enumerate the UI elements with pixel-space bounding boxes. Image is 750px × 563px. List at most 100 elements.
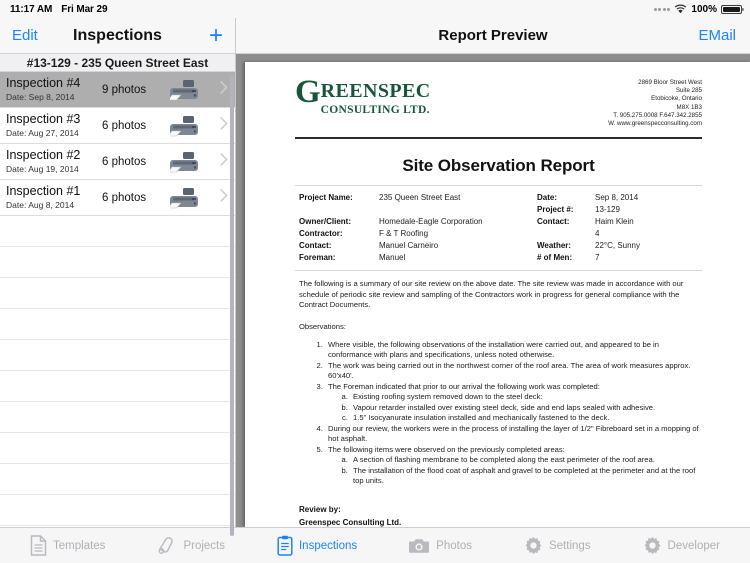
chevron-right-icon: [220, 152, 228, 171]
list-item-texts: Inspection #4 Date: Sep 8, 2014: [6, 76, 102, 103]
list-item-texts: Inspection #2 Date: Aug 19, 2014: [6, 148, 102, 175]
observation-item: The Foreman indicated that prior to our …: [325, 382, 702, 424]
info-label: Owner/Client:: [299, 217, 352, 227]
printer-icon[interactable]: [168, 150, 204, 174]
list-item-photo-count: 6 photos: [102, 191, 147, 204]
projects-icon: [157, 536, 177, 556]
address-line: 2869 Bloor Street West: [638, 79, 702, 86]
list-item-texts: Inspection #1 Date: Aug 8, 2014: [6, 184, 102, 211]
address-line: T. 905.275.0008 F.647.342.2855: [613, 111, 702, 119]
email-button[interactable]: EMail: [698, 27, 736, 44]
tab-templates[interactable]: Templates: [4, 535, 131, 556]
letterhead-address: 2869 Bloor Street West Suite 285 Etobico…: [608, 76, 702, 128]
tab-projects[interactable]: Projects: [131, 536, 251, 556]
info-value: F & T Roofing: [379, 229, 429, 239]
observation-text: During our review, the workers were in t…: [328, 423, 699, 444]
logo-text: REENSPEC CONSULTING LTD.: [321, 78, 431, 117]
battery-icon: [721, 4, 744, 14]
list-item-date: Date: Aug 19, 2014: [6, 164, 79, 174]
observation-item: The work was being carried out in the no…: [325, 361, 702, 382]
gear-icon: [643, 536, 662, 555]
main-split-view: Edit Inspections + #13-129 - 235 Queen S…: [0, 18, 750, 536]
tab-inspections[interactable]: Inspections: [251, 535, 383, 556]
info-value: 7: [595, 253, 600, 263]
printer-icon[interactable]: [168, 186, 204, 210]
letterhead-divider: [295, 137, 702, 140]
list-item-texts: Inspection #3 Date: Aug 27, 2014: [6, 112, 102, 139]
observation-subitem: The installation of the flood coat of as…: [350, 466, 702, 487]
report-nav-bar: Report Preview EMail: [236, 18, 750, 54]
observation-sublist: Existing roofing system removed down to …: [328, 392, 702, 424]
observation-text: The following items were observed on the…: [328, 444, 565, 454]
list-item-title: Inspection #2: [6, 148, 81, 162]
inspections-list[interactable]: Inspection #4 Date: Sep 8, 2014 9 photos: [0, 72, 235, 527]
list-item-date: Date: Aug 8, 2014: [6, 200, 75, 210]
letterhead: G REENSPEC CONSULTING LTD. 2869 Bloor St…: [295, 74, 702, 128]
info-label: Project #:: [537, 205, 574, 215]
edit-button[interactable]: Edit: [12, 27, 38, 44]
sidebar-nav-bar: Edit Inspections +: [0, 18, 235, 54]
address-line: M8X 1B3: [676, 103, 702, 111]
tab-developer[interactable]: Developer: [617, 536, 746, 555]
review-by-label: Review by:: [299, 504, 341, 514]
list-item-photo-count: 6 photos: [102, 155, 147, 168]
info-label: Contact:: [299, 241, 332, 251]
tab-settings[interactable]: Settings: [498, 536, 617, 555]
info-values-right: Sep 8, 2014 13-129 Haim Klein 4 22°C, Su…: [595, 192, 640, 264]
empty-list-row: [0, 309, 235, 340]
info-value: 4: [595, 229, 600, 239]
battery-percent: 100%: [691, 3, 717, 15]
sidebar-scrollbar[interactable]: [230, 76, 234, 536]
address-line: W. www.greenspecconsulting.com: [608, 120, 702, 128]
info-label: Foreman:: [299, 253, 336, 263]
info-label: Project Name:: [299, 193, 353, 203]
address-line: Etobicoke, Ontario: [651, 95, 702, 103]
info-labels-left: Project Name: Owner/Client: Contractor: …: [299, 192, 379, 264]
list-item-photo-count: 6 photos: [102, 119, 147, 132]
observation-sublist: A section of flashing membrane to be com…: [328, 455, 702, 487]
intro-paragraph: The following is a summary of our site r…: [299, 279, 684, 310]
observation-subitem: Vapour retarder installed over existing …: [350, 403, 702, 414]
tab-photos[interactable]: Photos: [383, 537, 498, 554]
status-date: Fri Mar 29: [61, 3, 108, 15]
info-values-left: 235 Queen Street East Homedale-Eagle Cor…: [379, 192, 483, 264]
observations-label: Observations:: [299, 321, 346, 331]
list-section-header: #13-129 - 235 Queen Street East: [0, 54, 235, 72]
tab-label: Photos: [436, 539, 472, 552]
signal-dots-icon: [653, 7, 671, 11]
list-item[interactable]: Inspection #3 Date: Aug 27, 2014 6 photo…: [0, 108, 235, 144]
tab-label: Templates: [53, 539, 106, 552]
info-label: Contractor:: [299, 229, 343, 239]
add-inspection-button[interactable]: +: [209, 23, 223, 48]
info-column-right: Date: Project #: Contact: Weather: # of …: [537, 192, 698, 264]
printer-icon[interactable]: [168, 114, 204, 138]
info-value: 22°C, Sunny: [595, 241, 641, 251]
ipad-app-window: 11:17 AM Fri Mar 29 100% Edit Inspection…: [0, 0, 750, 563]
status-time: 11:17 AM: [10, 3, 53, 15]
logo-company-tagline: CONSULTING LTD.: [320, 104, 430, 116]
document-scroll-area[interactable]: G REENSPEC CONSULTING LTD. 2869 Bloor St…: [236, 54, 750, 527]
list-item[interactable]: Inspection #4 Date: Sep 8, 2014 9 photos: [0, 72, 235, 108]
info-value: Manuel: [379, 253, 406, 263]
address-line: Suite 285: [675, 87, 702, 95]
observations-list: Where visible, the following observation…: [295, 340, 702, 487]
printer-icon[interactable]: [168, 78, 204, 102]
list-item-title: Inspection #3: [6, 112, 81, 126]
report-preview-pane: Report Preview EMail G REENSPEC CONSULTI…: [236, 18, 750, 527]
info-value: 235 Queen Street East: [379, 193, 461, 203]
tab-label: Projects: [183, 539, 225, 552]
info-value-spacer: [379, 204, 483, 216]
info-label-spacer: [299, 204, 379, 216]
info-value: Sep 8, 2014: [595, 193, 639, 203]
report-preview-title: Report Preview: [438, 27, 548, 44]
info-value: Homedale-Eagle Corporation: [379, 217, 483, 227]
list-item[interactable]: Inspection #1 Date: Aug 8, 2014 6 photos: [0, 180, 235, 216]
observation-item: During our review, the workers were in t…: [325, 424, 702, 445]
info-label-spacer: [537, 228, 595, 240]
report-info-grid: Project Name: Owner/Client: Contractor: …: [295, 186, 702, 270]
list-item[interactable]: Inspection #2 Date: Aug 19, 2014 6 photo…: [0, 144, 235, 180]
wifi-icon: [675, 4, 687, 14]
logo-drop-cap: G: [295, 74, 321, 110]
empty-list-row: [0, 464, 235, 495]
observation-text: The Foreman indicated that prior to our …: [328, 381, 600, 391]
